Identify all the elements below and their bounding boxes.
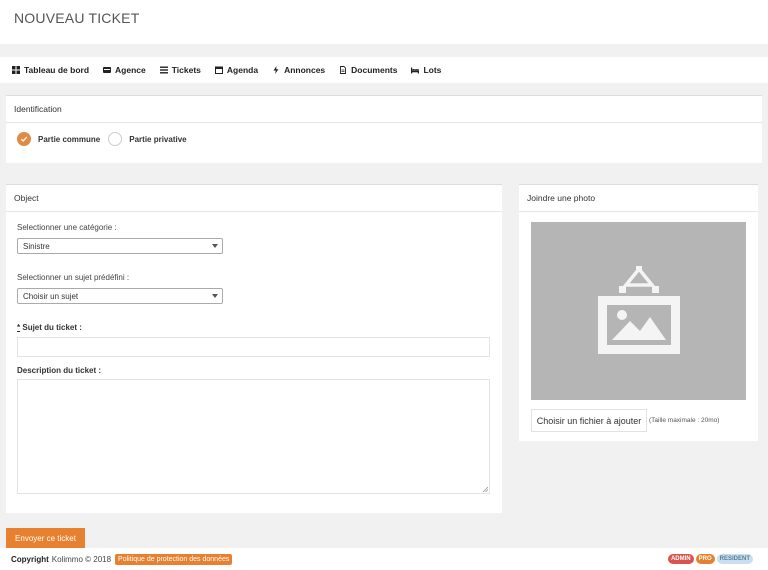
chevron-down-icon: [212, 294, 218, 298]
nav-label: Annonces: [284, 65, 326, 75]
page-title: NOUVEAU TICKET: [14, 10, 140, 26]
radio-partie-privative[interactable]: Partie privative: [108, 132, 187, 146]
nav-item-lots[interactable]: Lots: [411, 65, 441, 75]
photo-panel: Joindre une photo Choisir un fichier à a…: [519, 184, 758, 441]
page-header: NOUVEAU TICKET: [0, 0, 768, 44]
image-placeholder-icon: [597, 266, 680, 354]
footer: Copyright Kolimmo © 2018 Politique de pr…: [0, 548, 768, 570]
copyright-label: Copyright: [11, 554, 49, 564]
calendar-icon: [214, 66, 223, 74]
radio-label: Partie privative: [129, 134, 187, 144]
radio-label: Partie commune: [38, 134, 101, 144]
chevron-down-icon: [212, 244, 218, 248]
subject-select-label: Selectionner un sujet prédéfini :: [17, 273, 130, 282]
description-textarea[interactable]: [17, 379, 490, 494]
panel-title: Object: [6, 185, 502, 212]
object-title: Object: [14, 193, 39, 203]
nav-label: Documents: [351, 65, 398, 75]
nav-label: Lots: [423, 65, 442, 75]
nav-label: Agence: [115, 65, 146, 75]
nav-item-tickets[interactable]: Tickets: [159, 65, 201, 75]
nav-item-agenda[interactable]: Agenda: [214, 65, 259, 75]
role-badges: ADMIN PRO RESIDENT: [666, 554, 753, 564]
nav-item-annonces[interactable]: Annonces: [272, 65, 325, 75]
main-nav: Tableau de bord Agence Tickets Agenda An…: [0, 57, 768, 83]
check-icon: [17, 132, 31, 146]
location-radio-group: Partie commune Partie privative: [17, 132, 195, 146]
privacy-policy-link[interactable]: Politique de protection des données: [115, 553, 233, 565]
bolt-icon: [273, 66, 279, 74]
subject-select[interactable]: Choisir un sujet: [17, 288, 223, 304]
nav-label: Tickets: [171, 65, 201, 75]
nav-item-documents[interactable]: Documents: [339, 65, 397, 75]
file-size-hint: (Taille maximale : 20mo): [649, 417, 720, 424]
choose-file-button[interactable]: Choisir un fichier à ajouter: [531, 409, 647, 432]
document-icon: [340, 66, 347, 74]
panel-title: Identification: [6, 96, 762, 123]
copyright-brand: Kolimmo © 2018: [51, 554, 112, 564]
category-select[interactable]: Sinistre: [17, 238, 223, 254]
admin-badge[interactable]: ADMIN: [667, 554, 694, 564]
category-value: Sinistre: [23, 241, 50, 251]
agency-icon: [103, 67, 112, 73]
panel-title: Joindre une photo: [519, 185, 758, 212]
nav-item-tableau-de-bord[interactable]: Tableau de bord: [12, 65, 89, 75]
nav-label: Tableau de bord: [24, 65, 90, 75]
nav-item-agence[interactable]: Agence: [103, 65, 146, 75]
object-panel: Object Selectionner une catégorie : Sini…: [6, 184, 502, 513]
nav-label: Agenda: [226, 65, 259, 75]
identification-panel: Identification Partie commune Partie pri…: [6, 95, 762, 163]
category-label: Selectionner une catégorie :: [17, 223, 117, 232]
subject-label: * Sujet du ticket :: [17, 323, 82, 332]
description-label: Description du ticket :: [17, 366, 102, 375]
required-mark: *: [17, 323, 21, 332]
pro-badge[interactable]: PRO: [695, 554, 715, 564]
identification-title: Identification: [14, 104, 62, 114]
subject-input[interactable]: [17, 337, 490, 357]
subject-label-text: Sujet du ticket :: [22, 323, 82, 332]
bed-icon: [411, 67, 420, 74]
tickets-icon: [159, 66, 168, 74]
photo-title: Joindre une photo: [527, 193, 596, 203]
resident-badge[interactable]: RESIDENT: [716, 554, 753, 564]
photo-preview: [531, 222, 746, 400]
radio-circle: [108, 132, 123, 146]
subject-select-value: Choisir un sujet: [23, 291, 79, 301]
radio-partie-commune[interactable]: Partie commune: [17, 132, 100, 146]
submit-ticket-button[interactable]: Envoyer ce ticket: [6, 528, 85, 548]
resize-handle-icon[interactable]: [482, 486, 488, 492]
dashboard-icon: [12, 66, 20, 74]
